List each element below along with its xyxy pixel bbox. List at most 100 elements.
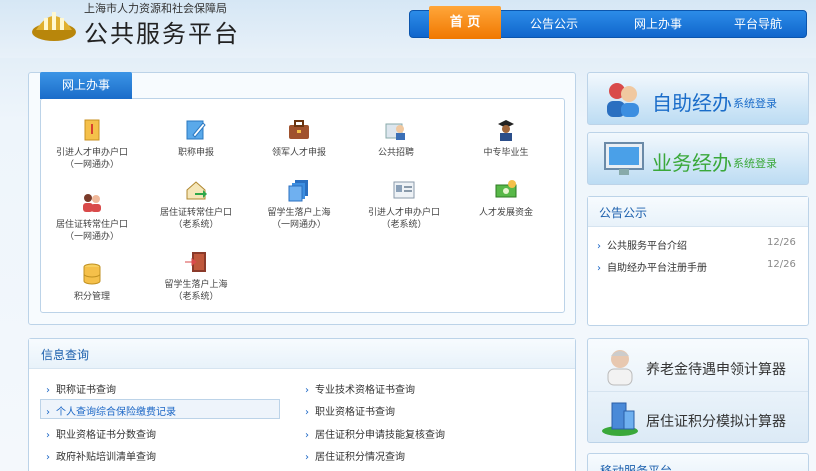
logo-icon [32, 12, 76, 41]
mobile-service-title: 移动服务平台 [600, 464, 673, 471]
notice-title: 公告公示 [599, 206, 648, 220]
service-label: 引进人才申办户口 [367, 208, 440, 218]
graduate-icon [498, 120, 514, 141]
query-insurance-record[interactable]: › 个人查询综合保险缴费记录 [46, 403, 176, 418]
main-nav: 首 页 公告公示 网上办事 平台导航 [409, 6, 807, 39]
arrow-right-icon: › [305, 407, 309, 418]
nav-platform-guide[interactable]: 平台导航 [718, 11, 798, 37]
arrow-right-icon: › [46, 385, 50, 396]
service-overseas-student-ywtb[interactable]: 留学生落户上海 （一网通办） [254, 178, 344, 231]
query-title-cert[interactable]: › 职称证书查询 [46, 381, 116, 396]
computer-icon [604, 142, 644, 175]
self-service-title: 自助经办 [652, 91, 732, 115]
header: 上海市人力资源和社会保障局 公共服务平台 首 页 公告公示 网上办事 平台导航 [0, 0, 816, 58]
recruit-person-icon [385, 123, 405, 140]
service-label: 留学生落户上海 [164, 280, 228, 290]
service-label: 居住证转常住户口 [159, 208, 232, 218]
service-sublabel: （老系统） [173, 292, 219, 302]
service-label: 领军人才申报 [271, 148, 326, 158]
service-vocational-graduate[interactable]: 中专毕业生 [461, 118, 551, 159]
service-sublabel: （一网通办） [64, 160, 119, 170]
notice-item-manual[interactable]: › 自助经办平台注册手册 [597, 259, 707, 274]
business-title: 业务经办 [652, 151, 732, 175]
service-label: 积分管理 [73, 292, 110, 302]
business-login-button[interactable]: 业务经办 系统登录 [587, 132, 809, 185]
link-text: 职业资格证书查询 [315, 407, 395, 418]
link-text: 职业资格证书分数查询 [56, 430, 156, 441]
query-points-skill-review[interactable]: › 居住证积分申请技能复核查询 [305, 426, 445, 441]
query-points-status[interactable]: › 居住证积分情况查询 [305, 448, 405, 463]
service-talent-fund[interactable]: 人才发展资金 [461, 178, 551, 219]
query-vocational-cert[interactable]: › 职业资格证书查询 [305, 403, 395, 418]
link-text: 居住证积分申请技能复核查询 [315, 430, 445, 441]
notice-text: 自助经办平台注册手册 [607, 263, 707, 274]
self-service-sub: 系统登录 [733, 97, 777, 110]
service-public-recruit[interactable]: 公共招聘 [351, 118, 441, 159]
link-text: 专业技术资格证书查询 [315, 385, 415, 396]
arrow-right-icon: › [46, 430, 50, 441]
mobile-service-panel[interactable]: 移动服务平台 [587, 453, 809, 471]
service-label: 留学生落户上海 [267, 208, 331, 218]
notice-text: 公共服务平台介绍 [607, 241, 687, 252]
service-overseas-student-old[interactable]: 留学生落户上海 （老系统） [151, 250, 241, 303]
database-icon [83, 263, 101, 285]
service-talent-hukou-ywtb[interactable]: 引进人才申办户口 （一网通办） [47, 118, 137, 171]
money-icon [495, 180, 517, 198]
service-title-application[interactable]: 职称申报 [151, 118, 241, 159]
link-text: 个人查询综合保险缴费记录 [56, 407, 176, 418]
notice-date: 12/26 [767, 259, 796, 270]
service-sublabel: （一网通办） [271, 220, 326, 230]
service-label: 中专毕业生 [483, 148, 529, 158]
service-label: 职称申报 [177, 148, 214, 158]
arrow-right-icon: › [597, 241, 601, 252]
arrow-right-icon: › [46, 407, 50, 418]
service-sublabel: （一网通办） [64, 232, 119, 242]
query-professional-cert[interactable]: › 专业技术资格证书查询 [305, 381, 415, 396]
nav-announcements[interactable]: 公告公示 [518, 11, 590, 37]
nav-online-services[interactable]: 网上办事 [618, 11, 698, 37]
online-services-tab[interactable]: 网上办事 [40, 72, 132, 99]
service-sublabel: （老系统） [381, 220, 427, 230]
arrow-right-icon: › [597, 263, 601, 274]
service-label: 公共招聘 [377, 148, 414, 158]
users-icon [607, 83, 639, 117]
pension-calculator-label: 养老金待遇申领计算器 [646, 362, 786, 378]
info-query-title: 信息查询 [41, 348, 90, 362]
self-service-login-button[interactable]: 自助经办 系统登录 [587, 72, 809, 125]
briefcase-icon [289, 120, 309, 139]
pension-calculator-button[interactable]: 养老金待遇申领计算器 居住证积分模拟计算器 [587, 338, 809, 443]
people-icon [83, 194, 101, 212]
notice-item-intro[interactable]: › 公共服务平台介绍 [597, 237, 687, 252]
service-label: 人才发展资金 [478, 208, 533, 218]
stacked-docs-icon [288, 180, 308, 202]
buildings-icon [602, 402, 638, 436]
id-card-icon [393, 181, 415, 199]
nav-home[interactable]: 首 页 [429, 6, 501, 39]
door-exit-icon [185, 252, 206, 272]
service-leading-talent[interactable]: 领军人才申报 [254, 118, 344, 159]
service-residence-to-hukou-old[interactable]: 居住证转常住户口 （老系统） [151, 178, 241, 231]
arrow-right-icon: › [305, 452, 309, 463]
site-title: 公共服务平台 [84, 20, 240, 48]
query-vocational-score[interactable]: › 职业资格证书分数查询 [46, 426, 156, 441]
query-subsidy-training[interactable]: › 政府补贴培训清单查询 [46, 448, 156, 463]
service-talent-hukou-old[interactable]: 引进人才申办户口 （老系统） [359, 178, 449, 231]
arrow-right-icon: › [305, 430, 309, 441]
service-label: 引进人才申办户口 [55, 148, 128, 158]
notice-date: 12/26 [767, 237, 796, 248]
link-text: 居住证积分情况查询 [315, 452, 405, 463]
business-sub: 系统登录 [733, 157, 777, 170]
link-text: 政府补贴培训清单查询 [56, 452, 156, 463]
document-folder-icon [84, 119, 100, 141]
house-arrow-icon [186, 181, 207, 200]
arrow-right-icon: › [305, 385, 309, 396]
edit-document-icon [186, 120, 206, 140]
service-residence-to-hukou-ywtb[interactable]: 居住证转常住户口 （一网通办） [47, 190, 137, 243]
link-text: 职称证书查询 [56, 385, 116, 396]
service-points-management[interactable]: 积分管理 [47, 262, 137, 303]
arrow-right-icon: › [46, 452, 50, 463]
residence-calculator-label: 居住证积分模拟计算器 [646, 414, 786, 430]
service-sublabel: （老系统） [173, 220, 219, 230]
service-label: 居住证转常住户口 [55, 220, 128, 230]
elderly-person-icon [607, 350, 633, 386]
